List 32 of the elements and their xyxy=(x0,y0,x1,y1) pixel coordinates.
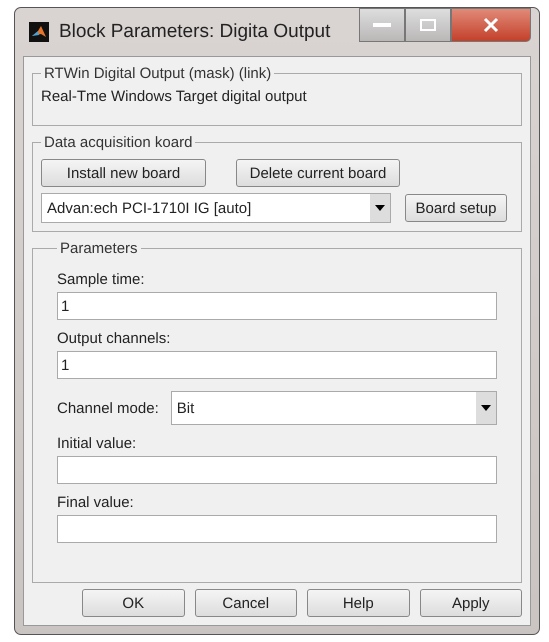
minimize-icon xyxy=(371,21,393,29)
field-label: Initial value: xyxy=(57,435,138,452)
field-label: Final value: xyxy=(57,494,135,511)
board-setup-button[interactable]: Board setup xyxy=(405,194,507,222)
input-field[interactable]: 1 xyxy=(57,351,497,379)
field-label: Channel mode: xyxy=(57,400,159,416)
board-dropdown[interactable]: Advan:ech PCI-1710I IG [auto] xyxy=(41,193,391,223)
description-text: Real-Tme Windows Target digital output xyxy=(41,87,308,107)
field-label: Sample time: xyxy=(57,271,146,288)
group-title: RTWin Digital Output (mask) (link) xyxy=(43,65,272,82)
field-label: Output channels: xyxy=(57,330,172,347)
dropdown-arrow-icon xyxy=(375,205,385,211)
input-field[interactable] xyxy=(57,456,497,484)
dialog-button[interactable]: OK xyxy=(82,589,184,617)
dropdown-arrow-icon xyxy=(481,405,491,411)
app-icon xyxy=(29,22,49,42)
minimize-button[interactable] xyxy=(359,8,405,42)
maximize-icon xyxy=(419,18,437,32)
board-button[interactable]: Delete current board xyxy=(236,159,400,187)
group-title: Parameters xyxy=(59,240,139,257)
close-icon xyxy=(482,17,500,33)
close-button[interactable] xyxy=(451,8,531,42)
board-button[interactable]: Install new board xyxy=(41,159,206,187)
dialog-button[interactable]: Apply xyxy=(420,589,522,617)
dialog-button[interactable]: Help xyxy=(307,589,410,617)
input-field[interactable]: 1 xyxy=(57,292,497,320)
group-title: Data acquisition koard xyxy=(43,134,194,151)
mode-dropdown[interactable]: Bit xyxy=(170,391,497,425)
maximize-button[interactable] xyxy=(405,8,451,42)
window-title: Block Parameters: Digita Output xyxy=(59,21,330,43)
dialog-button[interactable]: Cancel xyxy=(194,589,297,617)
input-field[interactable] xyxy=(57,515,497,543)
